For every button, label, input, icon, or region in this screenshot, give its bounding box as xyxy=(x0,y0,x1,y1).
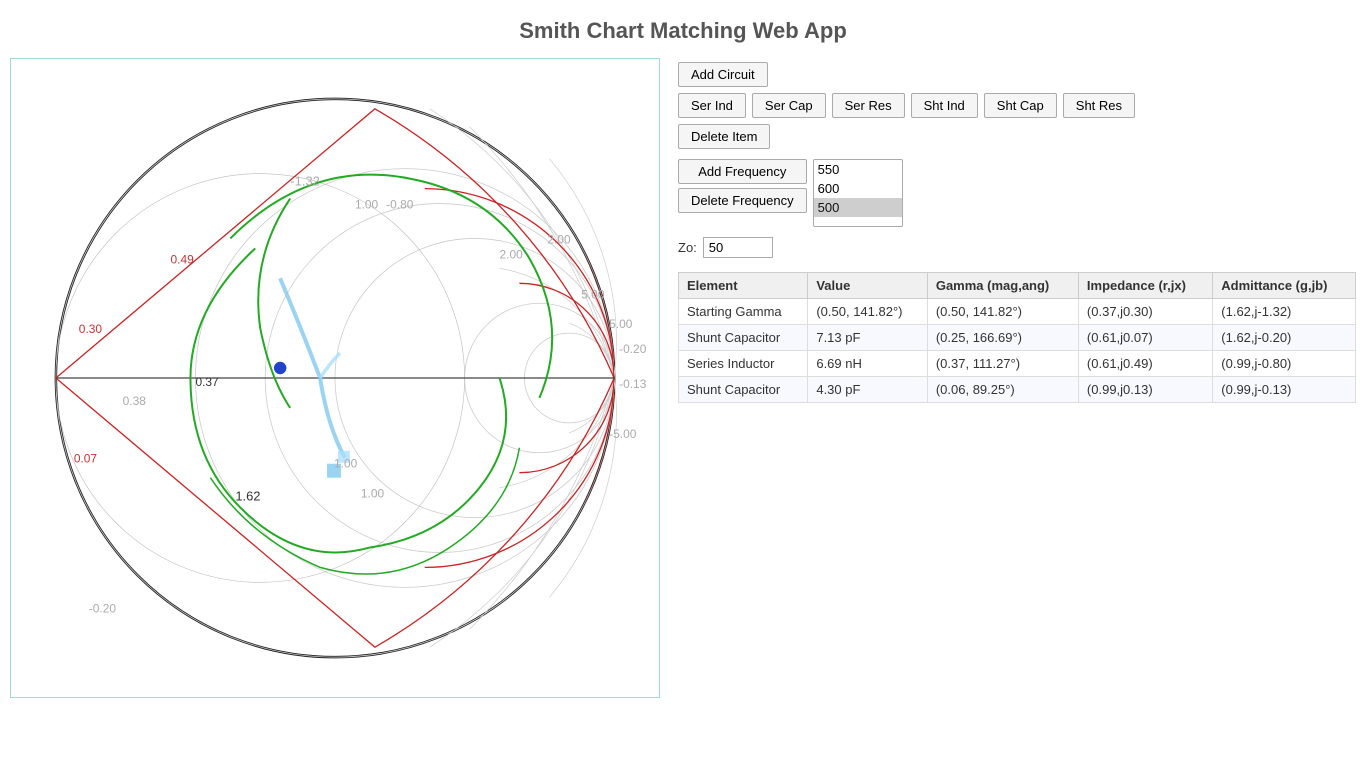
table-row: Shunt Capacitor7.13 pF(0.25, 166.69°)(0.… xyxy=(679,325,1356,351)
table-cell-0-2: (0.50, 141.82°) xyxy=(927,299,1078,325)
frequency-container: Add Frequency Delete Frequency 550 600 5… xyxy=(678,159,1356,227)
results-table: Element Value Gamma (mag,ang) Impedance … xyxy=(678,272,1356,403)
table-cell-3-3: (0.99,j0.13) xyxy=(1078,377,1212,403)
ser-res-button[interactable]: Ser Res xyxy=(832,93,905,118)
freq-buttons: Add Frequency Delete Frequency xyxy=(678,159,807,213)
svg-text:-0.13: -0.13 xyxy=(619,377,647,391)
table-cell-0-1: (0.50, 141.82°) xyxy=(808,299,928,325)
delete-item-button[interactable]: Delete Item xyxy=(678,124,770,149)
svg-text:0.37: 0.37 xyxy=(195,375,219,389)
sht-cap-button[interactable]: Sht Cap xyxy=(984,93,1057,118)
table-cell-1-3: (0.61,j0.07) xyxy=(1078,325,1212,351)
table-cell-3-2: (0.06, 89.25°) xyxy=(927,377,1078,403)
frequency-list[interactable]: 550 600 500 xyxy=(813,159,903,227)
svg-text:0.30: 0.30 xyxy=(79,322,103,336)
controls-area: Add Circuit Ser Ind Ser Cap Ser Res Sht … xyxy=(678,58,1356,403)
table-row: Starting Gamma(0.50, 141.82°)(0.50, 141.… xyxy=(679,299,1356,325)
svg-text:1.62: 1.62 xyxy=(235,489,260,504)
svg-text:2.00: 2.00 xyxy=(547,232,571,246)
add-frequency-button[interactable]: Add Frequency xyxy=(678,159,807,184)
circuit-row: Add Circuit xyxy=(678,62,1356,87)
svg-text:5.00: 5.00 xyxy=(609,317,633,331)
svg-text:-0.20: -0.20 xyxy=(89,601,117,615)
ser-cap-button[interactable]: Ser Cap xyxy=(752,93,826,118)
svg-text:1.00: 1.00 xyxy=(334,457,358,471)
table-body: Starting Gamma(0.50, 141.82°)(0.50, 141.… xyxy=(679,299,1356,403)
table-cell-2-2: (0.37, 111.27°) xyxy=(927,351,1078,377)
delete-frequency-button[interactable]: Delete Frequency xyxy=(678,188,807,213)
table-cell-0-3: (0.37,j0.30) xyxy=(1078,299,1212,325)
table-cell-2-3: (0.61,j0.49) xyxy=(1078,351,1212,377)
col-value: Value xyxy=(808,273,928,299)
table-cell-2-1: 6.69 nH xyxy=(808,351,928,377)
svg-text:-0.20: -0.20 xyxy=(619,342,647,356)
element-type-row: Ser Ind Ser Cap Ser Res Sht Ind Sht Cap … xyxy=(678,93,1356,118)
freq-option-500[interactable]: 500 xyxy=(814,198,902,217)
freq-option-550[interactable]: 550 xyxy=(814,160,902,179)
table-cell-1-2: (0.25, 166.69°) xyxy=(927,325,1078,351)
smith-chart-area: -1.32 -0.80 -0.20 -0.13 5.00 -5.00 2.00 … xyxy=(10,58,660,698)
table-cell-3-0: Shunt Capacitor xyxy=(679,377,808,403)
svg-text:-5.00: -5.00 xyxy=(609,427,637,441)
svg-text:0.38: 0.38 xyxy=(123,394,147,408)
col-gamma: Gamma (mag,ang) xyxy=(927,273,1078,299)
table-cell-3-1: 4.30 pF xyxy=(808,377,928,403)
svg-text:1.00: 1.00 xyxy=(355,198,379,212)
freq-option-600[interactable]: 600 xyxy=(814,179,902,198)
zo-input[interactable] xyxy=(703,237,773,258)
table-row: Shunt Capacitor4.30 pF(0.06, 89.25°)(0.9… xyxy=(679,377,1356,403)
table-cell-3-4: (0.99,j-0.13) xyxy=(1213,377,1356,403)
table-header-row: Element Value Gamma (mag,ang) Impedance … xyxy=(679,273,1356,299)
main-layout: -1.32 -0.80 -0.20 -0.13 5.00 -5.00 2.00 … xyxy=(0,58,1366,708)
svg-text:-0.80: -0.80 xyxy=(386,198,414,212)
sht-ind-button[interactable]: Sht Ind xyxy=(911,93,978,118)
add-circuit-button[interactable]: Add Circuit xyxy=(678,62,768,87)
table-cell-1-4: (1.62,j-0.20) xyxy=(1213,325,1356,351)
svg-text:0.07: 0.07 xyxy=(74,452,98,466)
table-cell-0-0: Starting Gamma xyxy=(679,299,808,325)
table-row: Series Inductor6.69 nH(0.37, 111.27°)(0.… xyxy=(679,351,1356,377)
ser-ind-button[interactable]: Ser Ind xyxy=(678,93,746,118)
sht-res-button[interactable]: Sht Res xyxy=(1063,93,1135,118)
svg-text:0.49: 0.49 xyxy=(171,252,195,266)
col-element: Element xyxy=(679,273,808,299)
table-cell-0-4: (1.62,j-1.32) xyxy=(1213,299,1356,325)
table-cell-1-1: 7.13 pF xyxy=(808,325,928,351)
svg-text:2.00: 2.00 xyxy=(499,247,523,261)
col-admittance: Admittance (g,jb) xyxy=(1213,273,1356,299)
table-cell-2-4: (0.99,j-0.80) xyxy=(1213,351,1356,377)
app-title: Smith Chart Matching Web App xyxy=(0,0,1366,58)
svg-text:5.00: 5.00 xyxy=(581,287,605,301)
zo-row: Zo: xyxy=(678,237,1356,258)
table-cell-2-0: Series Inductor xyxy=(679,351,808,377)
svg-text:-1.32: -1.32 xyxy=(290,174,320,189)
svg-text:1.00: 1.00 xyxy=(361,487,385,501)
delete-row: Delete Item xyxy=(678,124,1356,149)
zo-label: Zo: xyxy=(678,240,697,255)
col-impedance: Impedance (r,jx) xyxy=(1078,273,1212,299)
table-cell-1-0: Shunt Capacitor xyxy=(679,325,808,351)
